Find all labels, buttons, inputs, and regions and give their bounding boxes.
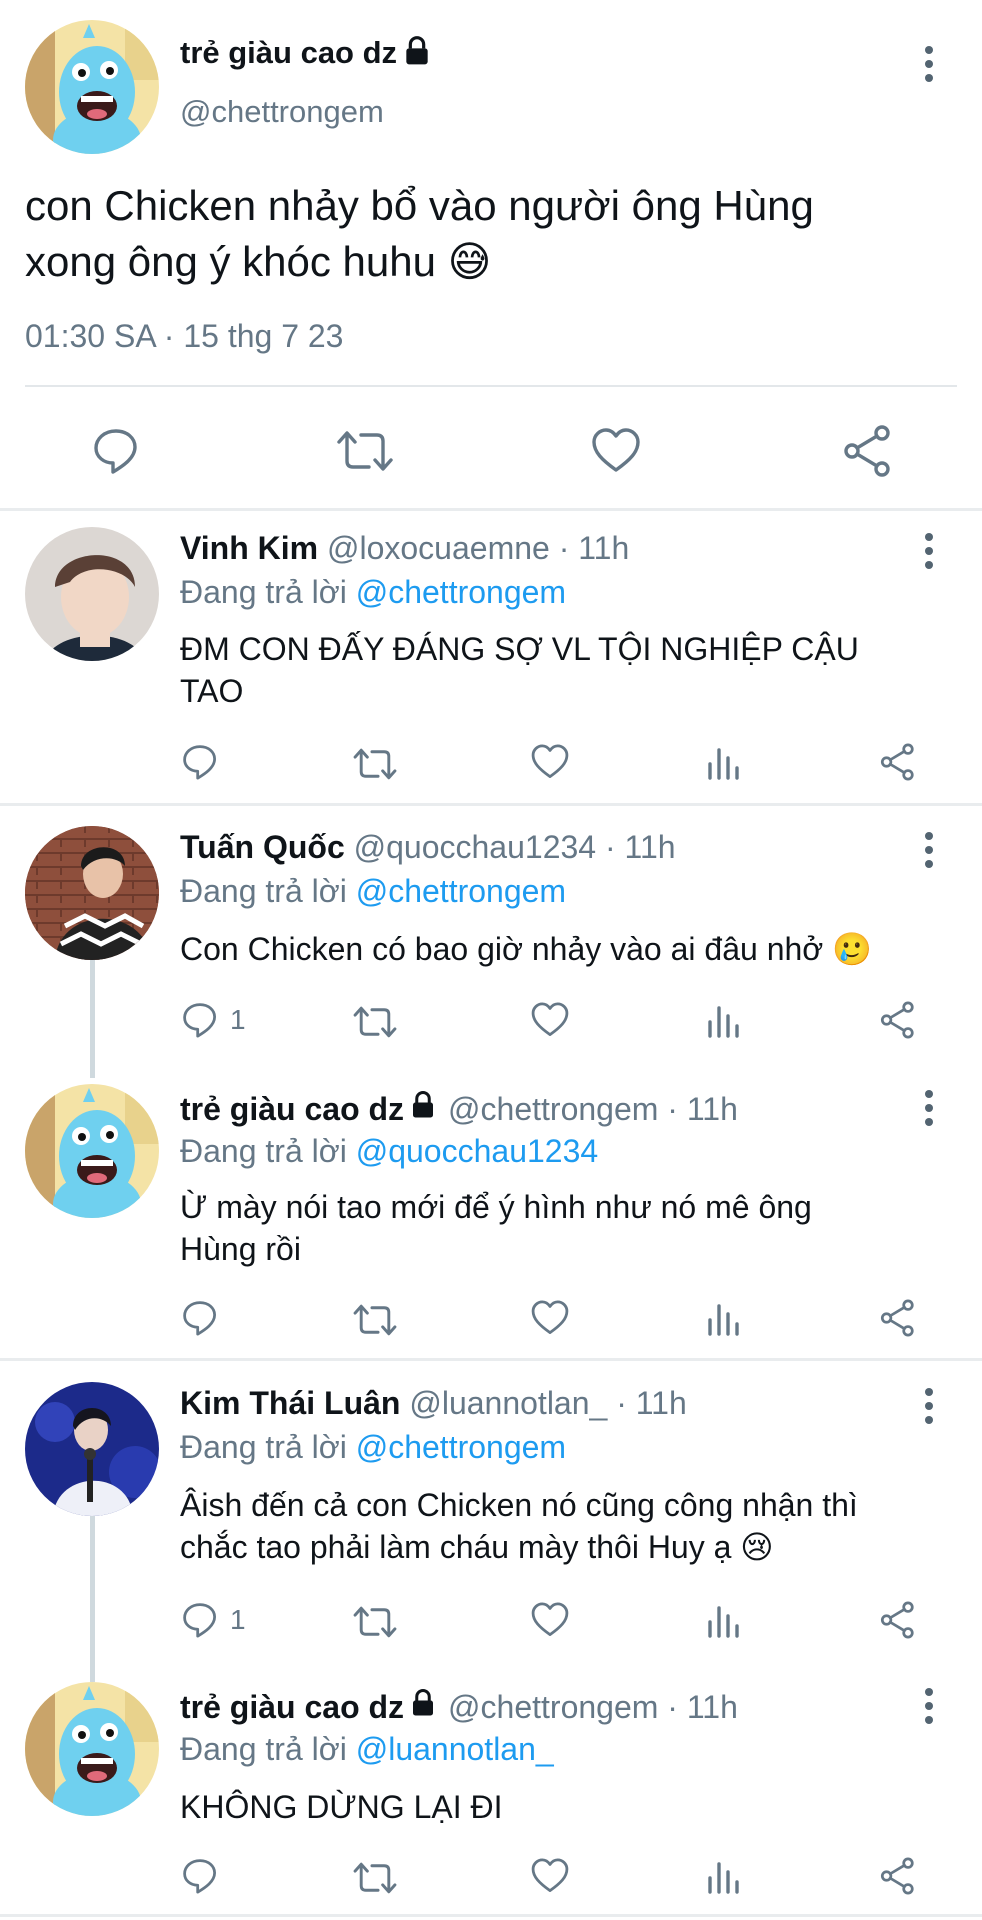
avatar[interactable] xyxy=(25,1084,159,1218)
emoji: 🥲 xyxy=(832,931,872,967)
like-icon[interactable] xyxy=(530,1298,570,1338)
like-icon[interactable] xyxy=(530,742,570,782)
reply-text-line: Hùng rồi xyxy=(180,1231,301,1267)
views-icon[interactable] xyxy=(706,1856,742,1896)
display-name[interactable]: trẻ giàu cao dz xyxy=(180,1689,404,1726)
lock-icon xyxy=(401,35,433,72)
reply-text-line: KHÔNG DỪNG LẠI ĐI xyxy=(180,1789,503,1825)
timestamp[interactable]: 01:30 SA · 15 thg 7 23 xyxy=(25,318,343,355)
reply-icon[interactable] xyxy=(180,742,220,782)
avatar[interactable] xyxy=(25,527,159,661)
reply-text: Âish đến cả con Chicken nó cũng công nhậ… xyxy=(180,1484,858,1568)
handle-time[interactable]: @quocchau1234 · 11h xyxy=(354,829,676,865)
replying-to-link[interactable]: @chettrongem xyxy=(356,873,566,909)
replying-to-link[interactable]: @quocchau1234 xyxy=(356,1133,598,1169)
views-icon[interactable] xyxy=(706,742,742,782)
views-icon[interactable] xyxy=(706,1600,742,1640)
replying-to-label: Đang trả lời xyxy=(180,574,347,610)
lock-icon xyxy=(408,1090,438,1128)
views-icon[interactable] xyxy=(706,1298,742,1338)
avatar[interactable] xyxy=(25,20,159,154)
retweet-icon[interactable] xyxy=(335,425,395,477)
thread-line xyxy=(90,960,95,1078)
retweet-icon[interactable] xyxy=(352,1602,398,1642)
share-icon[interactable] xyxy=(878,1000,918,1040)
retweet-icon[interactable] xyxy=(352,1300,398,1340)
more-options-icon[interactable] xyxy=(914,1088,944,1128)
like-icon[interactable] xyxy=(530,1856,570,1896)
section-separator xyxy=(0,1358,982,1361)
tweet-text-line: xong ông ý khóc huhu xyxy=(25,238,436,285)
divider xyxy=(25,385,957,387)
lock-icon xyxy=(408,1688,438,1726)
avatar[interactable] xyxy=(25,1682,159,1816)
tweet-text: con Chicken nhảy bổ vào người ông Hùng x… xyxy=(25,178,814,290)
reply-icon[interactable] xyxy=(180,1298,220,1338)
reply-text-line: Ừ mày nói tao mới để ý hình như nó mê ôn… xyxy=(180,1189,812,1225)
share-icon[interactable] xyxy=(840,423,896,479)
reply-text-line: TAO xyxy=(180,673,244,709)
reply-text: ĐM CON ĐẤY ĐÁNG SỢ VL TỘI NGHIỆP CẬU TAO xyxy=(180,628,859,712)
thread-line xyxy=(90,1516,95,1682)
emoji: 😢 xyxy=(740,1529,774,1565)
reply-icon[interactable] xyxy=(180,1856,220,1896)
replying-to-link[interactable]: @chettrongem xyxy=(356,574,566,610)
reply-text-line: Con Chicken có bao giờ nhảy vào ai đâu n… xyxy=(180,931,824,967)
display-name[interactable]: trẻ giàu cao dz xyxy=(180,1091,404,1128)
more-options-icon[interactable] xyxy=(914,531,944,571)
like-icon[interactable] xyxy=(590,425,642,477)
reply-icon[interactable] xyxy=(90,425,142,477)
display-name[interactable]: Tuấn Quốc xyxy=(180,829,345,865)
reply-text-line: Âish đến cả con Chicken nó cũng công nhậ… xyxy=(180,1487,858,1523)
share-icon[interactable] xyxy=(878,742,918,782)
share-icon[interactable] xyxy=(878,1856,918,1896)
more-options-icon[interactable] xyxy=(914,44,944,84)
replying-to-label: Đang trả lời xyxy=(180,1731,347,1767)
display-name[interactable]: Kim Thái Luân xyxy=(180,1385,400,1421)
reply-text: Con Chicken có bao giờ nhảy vào ai đâu n… xyxy=(180,928,872,970)
avatar[interactable] xyxy=(25,826,159,960)
section-separator xyxy=(0,803,982,806)
handle-time[interactable]: @luannotlan_ · 11h xyxy=(409,1385,686,1421)
emoji: 😅 xyxy=(447,238,492,285)
reply-icon[interactable] xyxy=(180,1000,220,1040)
section-separator xyxy=(0,508,982,511)
retweet-icon[interactable] xyxy=(352,1002,398,1042)
handle-time[interactable]: @loxocuaemne · 11h xyxy=(327,530,629,566)
more-options-icon[interactable] xyxy=(914,1386,944,1426)
handle[interactable]: @chettrongem xyxy=(180,94,384,130)
share-icon[interactable] xyxy=(878,1298,918,1338)
replying-to-label: Đang trả lời xyxy=(180,1429,347,1465)
reply-count: 1 xyxy=(230,1604,246,1635)
reply-text-line: ĐM CON ĐẤY ĐÁNG SỢ VL TỘI NGHIỆP CẬU xyxy=(180,631,859,667)
reply-text: KHÔNG DỪNG LẠI ĐI xyxy=(180,1786,502,1828)
display-name[interactable]: trẻ giàu cao dz xyxy=(180,35,397,71)
reply-text: Ừ mày nói tao mới để ý hình như nó mê ôn… xyxy=(180,1186,812,1270)
views-icon[interactable] xyxy=(706,1000,742,1040)
replying-to-label: Đang trả lời xyxy=(180,873,347,909)
handle-time[interactable]: @chettrongem · 11h xyxy=(448,1091,738,1128)
more-options-icon[interactable] xyxy=(914,1686,944,1726)
like-icon[interactable] xyxy=(530,1000,570,1040)
avatar[interactable] xyxy=(25,1382,159,1516)
replying-to-label: Đang trả lời xyxy=(180,1133,347,1169)
tweet-text-line: con Chicken nhảy bổ vào người ông Hùng xyxy=(25,182,814,229)
reply-icon[interactable] xyxy=(180,1600,220,1640)
like-icon[interactable] xyxy=(530,1600,570,1640)
handle-time[interactable]: @chettrongem · 11h xyxy=(448,1689,738,1726)
share-icon[interactable] xyxy=(878,1600,918,1640)
reply-count: 1 xyxy=(230,1004,246,1035)
section-separator xyxy=(0,1914,982,1917)
display-name[interactable]: Vinh Kim xyxy=(180,530,318,566)
replying-to-link[interactable]: @luannotlan_ xyxy=(356,1731,554,1767)
replying-to-link[interactable]: @chettrongem xyxy=(356,1429,566,1465)
reply-text-line: chắc tao phải làm cháu mày thôi Huy ạ xyxy=(180,1529,732,1565)
retweet-icon[interactable] xyxy=(352,1858,398,1898)
retweet-icon[interactable] xyxy=(352,744,398,784)
more-options-icon[interactable] xyxy=(914,830,944,870)
